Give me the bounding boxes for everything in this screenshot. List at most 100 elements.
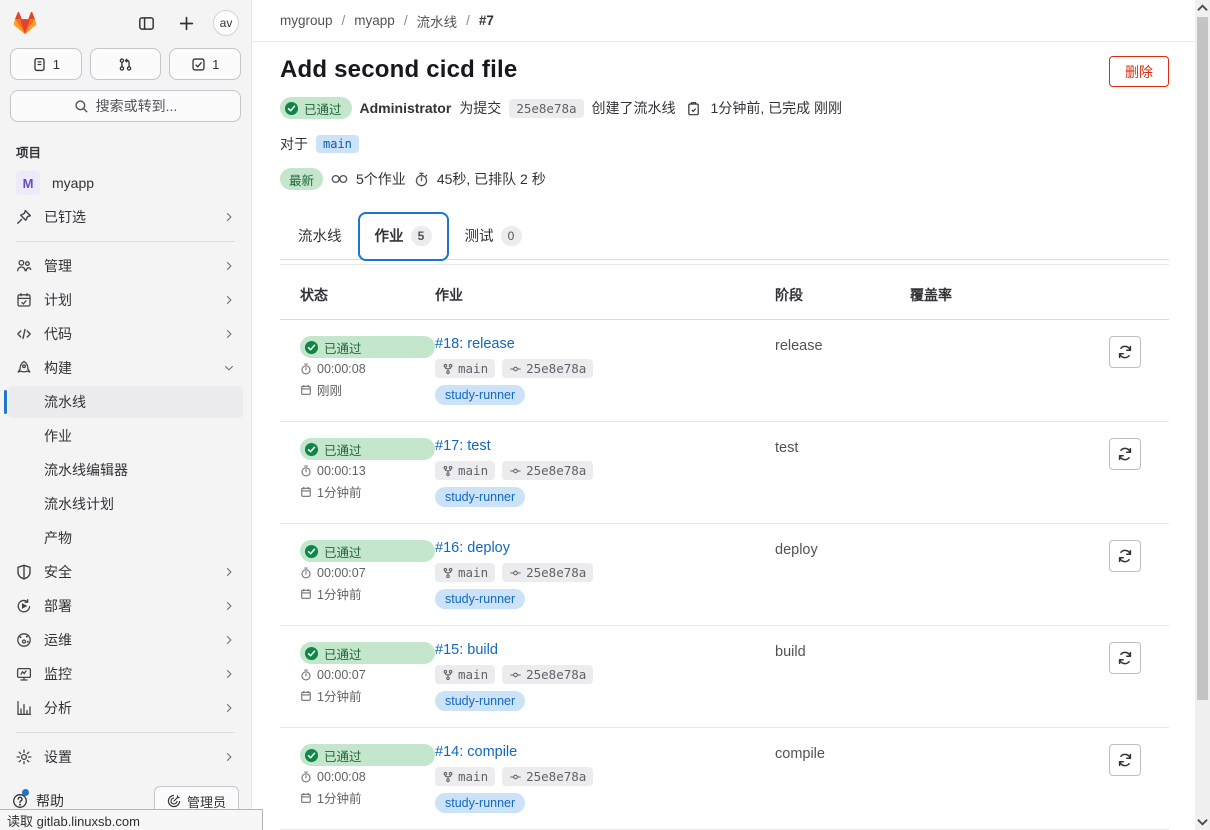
timer-icon [300,465,312,477]
sidebar-divider [16,241,235,242]
sidebar-item-operate[interactable]: 运维 [8,624,243,656]
sidebar-item-deploy[interactable]: 部署 [8,590,243,622]
vertical-scrollbar[interactable] [1195,0,1210,830]
calendar-icon [300,486,312,498]
retry-job-button[interactable] [1109,744,1141,776]
branch-ref-badge[interactable]: main [435,359,496,378]
sidebar-item-plan[interactable]: 计划 [8,284,243,316]
status-badge[interactable]: 已通过 [280,97,352,119]
job-status-badge[interactable]: 已通过 [300,438,435,460]
tab-pipeline[interactable]: 流水线 [282,213,358,259]
breadcrumb-group[interactable]: mygroup [280,13,333,28]
job-status-cell: 已通过 00:00:07 1分钟前 [300,540,435,603]
commit-sha-badge[interactable]: 25e8e78a [502,461,594,480]
sidebar-item-code[interactable]: 代码 [8,318,243,350]
branch-ref-badge[interactable]: main [435,767,496,786]
sidebar-item-pipeline-schedules[interactable]: 流水线计划 [8,488,243,520]
job-status-badge[interactable]: 已通过 [300,540,435,562]
job-actions-cell [1050,642,1169,674]
jobs-table-body: 已通过 00:00:08 刚刚 #18: release main 25e8e7… [280,320,1169,830]
retry-job-button[interactable] [1109,540,1141,572]
branch-ref-badge[interactable]: main [435,461,496,480]
globe-icon [16,632,32,648]
sidebar-item-analyze[interactable]: 分析 [8,692,243,724]
search-placeholder: 搜索或转到... [95,98,178,114]
sidebar-item-pinned[interactable]: 已钉选 [8,201,243,233]
sidebar-item-artifacts[interactable]: 产物 [8,522,243,554]
job-link[interactable]: #16: deploy [435,540,510,556]
calendar-check-icon [16,292,32,308]
sidebar-item-project[interactable]: M myapp [8,167,243,199]
sidebar-item-manage[interactable]: 管理 [8,250,243,282]
jobs-table: 状态 作业 阶段 覆盖率 已通过 00:00:08 刚刚 #18: releas… [280,264,1169,830]
pipeline-author[interactable]: Administrator [360,100,452,116]
search-box[interactable]: 搜索或转到... [10,90,241,122]
gitlab-logo[interactable] [12,11,38,36]
sidebar-nav: M myapp 已钉选 管理 计划 代码 构建 流水线 作业 流水线编辑器 流水… [0,165,251,778]
job-link[interactable]: #18: release [435,336,515,352]
scroll-down-arrow[interactable] [1195,814,1210,830]
retry-job-button[interactable] [1109,642,1141,674]
job-stage: test [775,440,799,456]
check-circle-icon [304,442,319,457]
commit-icon [509,363,522,375]
chevron-right-icon [223,260,235,272]
pipeline-links-icon [331,172,348,186]
sidebar-item-monitor[interactable]: 监控 [8,658,243,690]
job-link[interactable]: #17: test [435,438,491,454]
commit-sha-badge[interactable]: 25e8e78a [502,563,594,582]
branch-icon [442,363,454,375]
calendar-icon [300,792,312,804]
job-status-badge[interactable]: 已通过 [300,744,435,766]
latest-badge: 最新 [280,168,324,190]
commit-sha-badge[interactable]: 25e8e78a [502,767,594,786]
issues-count-button[interactable]: 1 [10,48,82,80]
gear-icon [16,749,32,765]
scrollbar-thumb[interactable] [1197,17,1208,700]
sidebar-item-settings[interactable]: 设置 [8,741,243,773]
sidebar-item-pipelines[interactable]: 流水线 [4,386,243,418]
pipeline-status-line: 已通过 Administrator 为提交 25e8e78a 创建了流水线 1分… [280,97,1169,119]
commit-sha-badge[interactable]: 25e8e78a [502,359,594,378]
sidebar-item-build[interactable]: 构建 [8,352,243,384]
commit-sha-badge[interactable]: 25e8e78a [502,665,594,684]
sidebar-item-jobs[interactable]: 作业 [8,420,243,452]
retry-job-button[interactable] [1109,336,1141,368]
job-stage: deploy [775,542,818,558]
job-status-cell: 已通过 00:00:08 [300,744,435,807]
branch-badge[interactable]: main [316,135,359,153]
sidebar-toggle-button[interactable] [133,10,159,36]
pipeline-meta-line: 最新 5个作业 45秒, 已排队 2 秒 [280,168,1169,190]
check-circle-icon [304,748,319,763]
timer-icon [414,172,429,187]
branch-ref-badge[interactable]: main [435,665,496,684]
job-row: 已通过 00:00:08 [280,728,1169,830]
chevron-right-icon [223,294,235,306]
sidebar-item-pipeline-editor[interactable]: 流水线编辑器 [8,454,243,486]
rocket-icon [16,360,32,376]
job-link[interactable]: #14: compile [435,744,517,760]
delete-pipeline-button[interactable]: 删除 [1109,56,1169,87]
job-age: 1分钟前 [317,690,362,704]
retry-job-button[interactable] [1109,438,1141,470]
job-actions-cell [1050,336,1169,368]
breadcrumb-current: #7 [478,13,494,28]
commit-sha-badge[interactable]: 25e8e78a [509,98,584,118]
scroll-up-arrow[interactable] [1195,0,1210,16]
help-link[interactable]: 帮助 [12,789,64,811]
gitlab-app: av 1 1 搜索或转到... 项目 M myapp 已钉选 管理 计划 代码 … [0,0,1195,830]
breadcrumb-pipelines[interactable]: 流水线 [417,11,458,31]
tab-tests[interactable]: 测试 0 [449,213,538,259]
job-status-badge[interactable]: 已通过 [300,336,435,358]
merge-requests-button[interactable] [89,48,162,80]
new-menu-button[interactable] [173,10,199,36]
branch-ref-badge[interactable]: main [435,563,496,582]
user-avatar[interactable]: av [213,10,239,36]
job-link[interactable]: #15: build [435,642,498,658]
breadcrumb-project[interactable]: myapp [354,13,395,28]
copy-commit-sha-button[interactable] [684,99,703,118]
job-status-badge[interactable]: 已通过 [300,642,435,664]
sidebar-item-secure[interactable]: 安全 [8,556,243,588]
tab-jobs[interactable]: 作业 5 [357,212,449,261]
todos-count-button[interactable]: 1 [169,48,242,80]
